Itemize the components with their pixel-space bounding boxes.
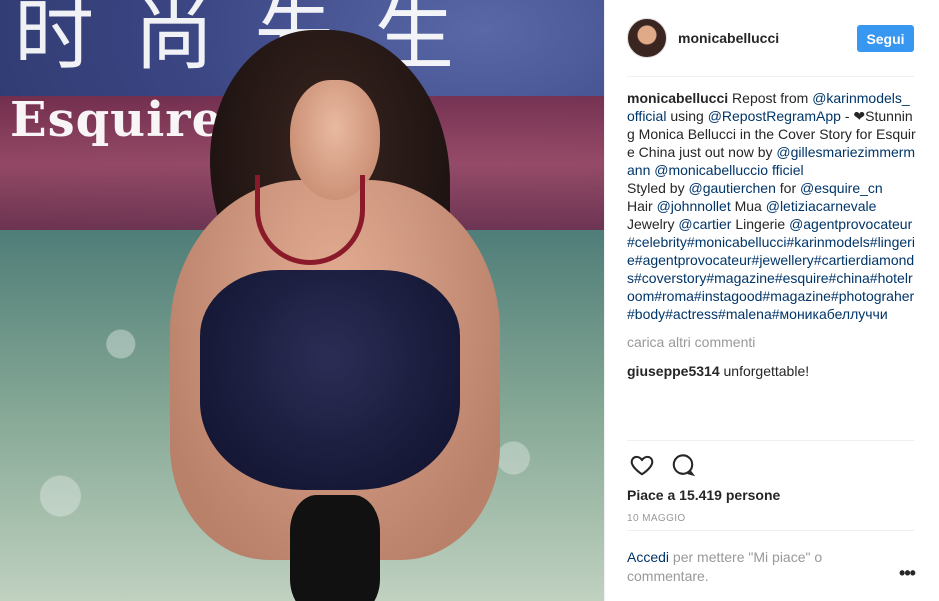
divider [627, 76, 914, 77]
caption-text: Lingerie [731, 216, 790, 232]
post-header: monicabellucci Segui [605, 0, 939, 77]
follow-button[interactable]: Segui [857, 25, 914, 52]
caption-text: for [775, 180, 800, 196]
avatar[interactable] [627, 18, 667, 58]
caption-text: Hair [627, 198, 653, 214]
load-more-comments-link[interactable]: carica altri commenti [627, 333, 917, 351]
comment-username[interactable]: giuseppe5314 [627, 363, 720, 379]
caption-link[interactable]: @gautierchen [688, 180, 775, 196]
heart-outline-icon[interactable] [629, 452, 655, 478]
caption-text: Repost from [728, 90, 813, 106]
caption-link[interactable]: @monicabelluccio fficiel [654, 162, 803, 178]
caption-text: Styled by [627, 180, 685, 196]
comment-text: unforgettable! [719, 363, 810, 379]
post-caption: monicabellucci Repost from @karinmodels_… [627, 89, 917, 323]
instagram-post: 时尚先生 Esquire monicabellucci Segui monica… [0, 0, 939, 601]
post-date: 10 MAGGIO [627, 513, 686, 524]
speech-bubble-icon[interactable] [670, 452, 696, 478]
magazine-title: Esquire [10, 92, 224, 148]
caption-text: Mua [730, 198, 766, 214]
login-prompt: Accedi per mettere "Mi piace" o commenta… [627, 548, 867, 586]
caption-link[interactable]: @RepostRegramApp [708, 108, 841, 124]
caption-text: Jewelry [627, 216, 675, 232]
photo-lingerie [200, 270, 460, 490]
caption-link[interactable]: @letiziacarnevale [766, 198, 877, 214]
caption-link[interactable]: @johnnollet [657, 198, 731, 214]
caption-link[interactable]: @esquire_cn [800, 180, 883, 196]
post-side-panel: monicabellucci Segui monicabellucci Repo… [604, 0, 939, 601]
caption-link[interactable]: #celebrity#monicabellucci#karinmodels#li… [627, 234, 915, 322]
more-options-icon[interactable]: ••• [895, 564, 919, 582]
caption-link[interactable]: @cartier [678, 216, 731, 232]
caption-link[interactable]: @agentprovocateur [789, 216, 912, 232]
caption-username[interactable]: monicabellucci [627, 90, 728, 106]
comment-item: giuseppe5314 unforgettable! [627, 362, 917, 380]
divider [627, 440, 914, 441]
post-photo[interactable]: 时尚先生 Esquire [0, 0, 604, 601]
comments-list[interactable]: monicabellucci Repost from @karinmodels_… [627, 89, 917, 441]
login-link[interactable]: Accedi [627, 549, 669, 565]
photo-stocking [290, 495, 380, 601]
header-username[interactable]: monicabellucci [678, 30, 779, 46]
divider [627, 530, 914, 531]
likes-count[interactable]: Piace a 15.419 persone [627, 487, 780, 503]
caption-text: using [666, 108, 708, 124]
